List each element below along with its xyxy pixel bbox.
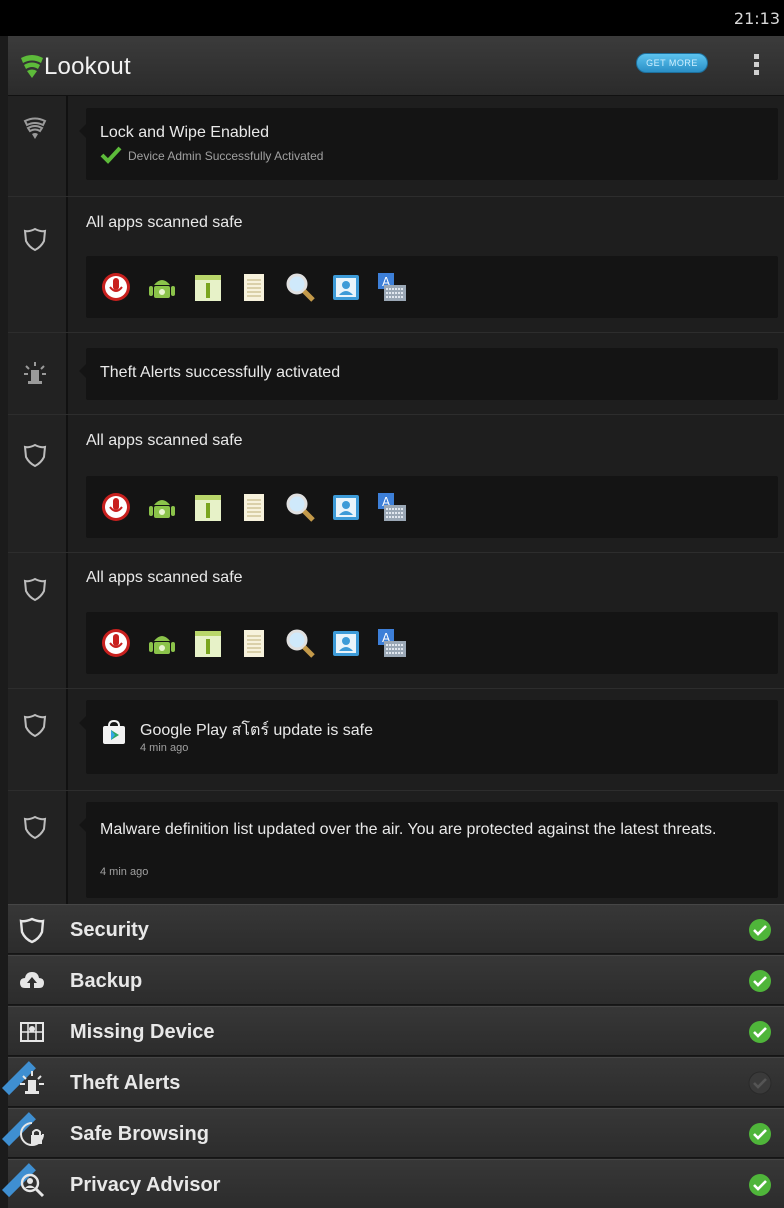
shield-icon — [23, 713, 47, 738]
status-ok-icon — [749, 1021, 771, 1043]
keyboard-icon: A — [378, 493, 406, 521]
activity-timeline[interactable]: Lock and Wipe Enabled Device Admin Succe… — [8, 96, 784, 904]
lookout-shield-icon — [23, 117, 47, 139]
status-ok-icon — [749, 919, 771, 941]
calendar-one-icon — [195, 495, 221, 521]
calendar-one-icon — [195, 631, 221, 657]
get-more-button[interactable]: GET MORE — [636, 53, 708, 73]
checkmark-icon — [100, 146, 122, 164]
scan-title: All apps scanned safe — [86, 432, 243, 449]
timeline-card-lock-wipe[interactable]: Lock and Wipe Enabled Device Admin Succe… — [79, 108, 778, 180]
card-timestamp: 4 min ago — [140, 742, 189, 754]
shield-icon — [23, 443, 47, 468]
magnifier-icon — [286, 273, 315, 302]
shield-icon — [23, 577, 47, 602]
contacts-icon — [333, 495, 359, 520]
nav-label: Safe Browsing — [70, 1123, 209, 1145]
android-robot-icon — [149, 280, 175, 298]
card-title: Theft Alerts successfully activated — [100, 364, 341, 381]
map-icon — [20, 1022, 44, 1042]
magnifier-icon — [286, 493, 315, 522]
contacts-icon — [333, 275, 359, 300]
status-ok-icon — [749, 1174, 771, 1196]
shield-icon — [19, 917, 45, 944]
timeline-rail — [8, 96, 68, 904]
card-subtitle: Device Admin Successfully Activated — [128, 149, 324, 163]
cloud-upload-icon — [20, 972, 44, 988]
app-bar: Lookout GET MORE — [8, 36, 784, 96]
voice-recorder-icon — [102, 493, 130, 521]
nav-item-theft-alerts[interactable]: Theft Alerts — [2, 1057, 784, 1107]
nav-item-backup[interactable]: Backup — [8, 955, 784, 1005]
notepad-icon — [244, 630, 264, 657]
timeline-card-play-update[interactable]: Google Play สโตร์ update is safe 4 min a… — [79, 700, 778, 774]
card-timestamp: 4 min ago — [100, 866, 149, 878]
android-robot-icon — [149, 500, 175, 518]
app-title: Lookout — [44, 53, 131, 80]
contacts-icon — [333, 631, 359, 656]
browser-lock-icon — [20, 1122, 44, 1146]
android-robot-icon — [149, 636, 175, 654]
nav-label: Privacy Advisor — [70, 1174, 221, 1196]
voice-recorder-icon — [102, 629, 130, 657]
notepad-icon — [244, 274, 264, 301]
notepad-icon — [244, 494, 264, 521]
card-title: Malware definition list updated over the… — [100, 821, 717, 838]
shield-icon — [23, 227, 47, 252]
timeline-divider — [66, 96, 68, 904]
nav-item-safe-browsing[interactable]: Safe Browsing — [2, 1108, 784, 1158]
google-play-store-icon — [103, 719, 125, 744]
nav-label: Missing Device — [70, 1021, 215, 1043]
scanned-apps-row: A — [86, 476, 778, 538]
calendar-one-icon — [195, 275, 221, 301]
scanned-apps-row: A — [86, 256, 778, 318]
status-off-icon — [748, 1071, 772, 1095]
card-title: Lock and Wipe Enabled — [100, 124, 269, 141]
siren-icon — [20, 1071, 44, 1094]
shield-icon — [23, 815, 47, 840]
scanned-apps-row: A — [86, 612, 778, 674]
nav-item-privacy-advisor[interactable]: Privacy Advisor — [2, 1159, 784, 1208]
nav-label: Theft Alerts — [70, 1072, 181, 1094]
nav-item-missing-device[interactable]: Missing Device — [8, 1006, 784, 1056]
voice-recorder-icon — [102, 273, 130, 301]
card-title: Google Play สโตร์ update is safe — [140, 722, 374, 739]
nav-label: Security — [70, 919, 149, 941]
status-ok-icon — [749, 970, 771, 992]
status-bar: 21:13 — [0, 0, 784, 36]
siren-icon — [24, 362, 46, 384]
timeline-card-theft-alert[interactable]: Theft Alerts successfully activated — [79, 348, 778, 400]
scan-title: All apps scanned safe — [86, 569, 243, 586]
overflow-menu-icon[interactable] — [750, 52, 762, 80]
magnifier-person-icon — [20, 1173, 45, 1198]
keyboard-icon: A — [378, 629, 406, 657]
status-time: 21:13 — [733, 9, 780, 28]
magnifier-icon — [286, 629, 315, 658]
nav-item-security[interactable]: Security — [8, 904, 784, 954]
keyboard-icon: A — [378, 273, 406, 301]
timeline-card-malware[interactable]: Malware definition list updated over the… — [79, 802, 778, 898]
status-ok-icon — [749, 1123, 771, 1145]
scan-title: All apps scanned safe — [86, 214, 243, 231]
feature-navigation: Security Backup Missing Device Theft Ale… — [2, 904, 784, 1208]
lookout-shield-icon — [21, 55, 43, 78]
nav-label: Backup — [70, 970, 143, 992]
